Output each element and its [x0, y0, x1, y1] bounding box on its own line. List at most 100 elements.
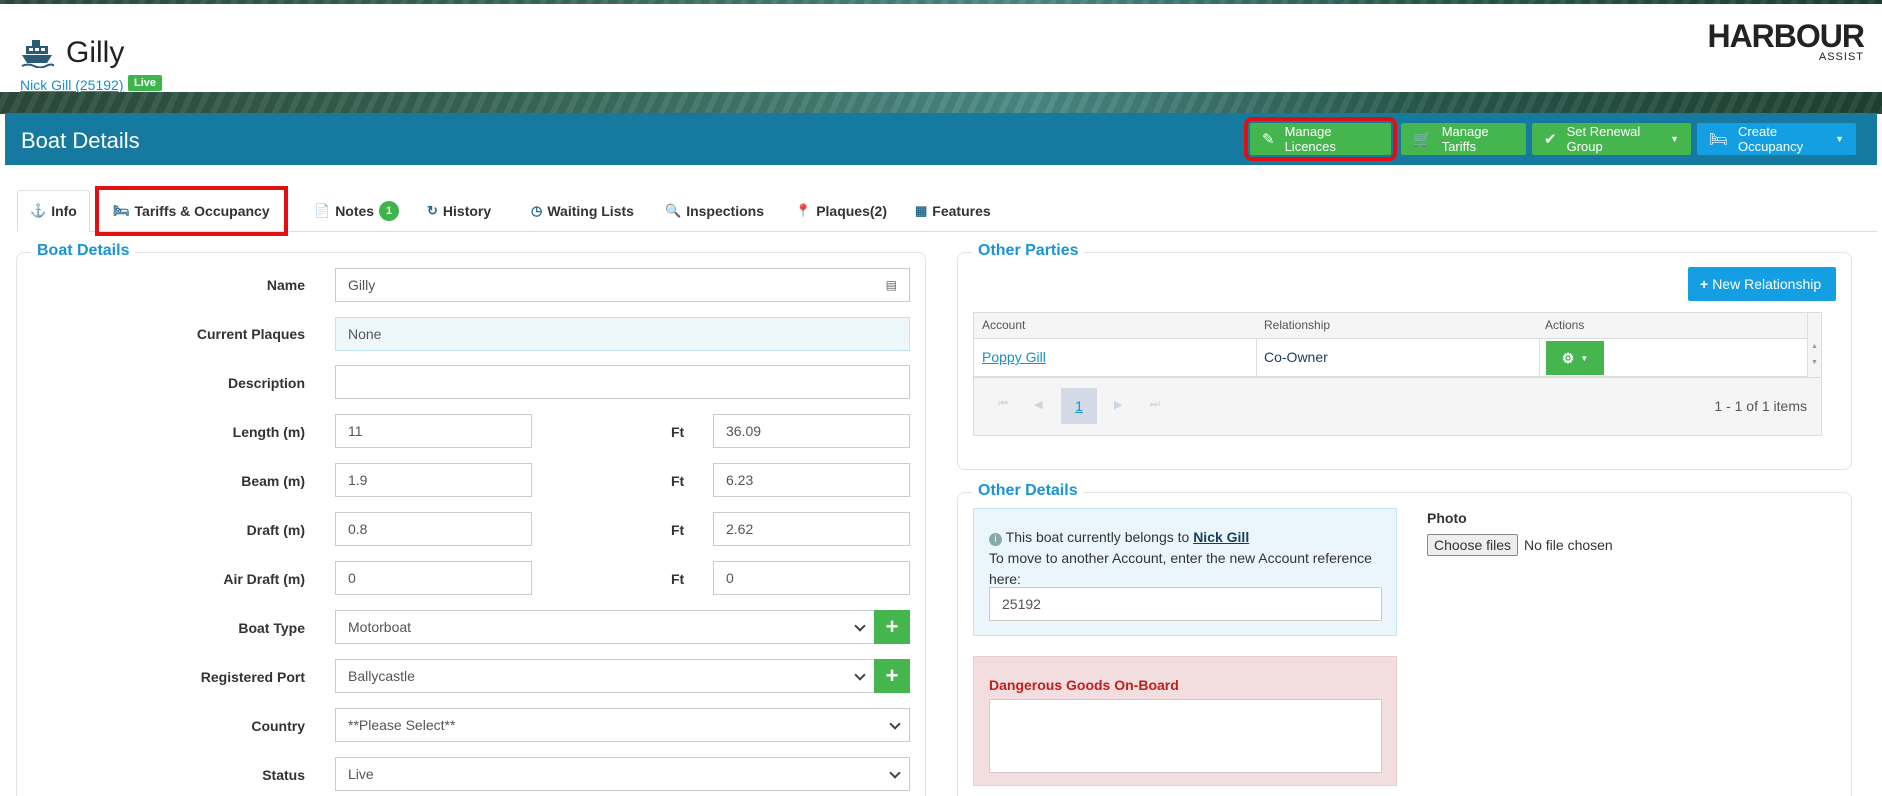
- items-summary: 1 - 1 of 1 items: [1714, 398, 1807, 414]
- air-draft-m-input[interactable]: 0: [335, 561, 532, 595]
- check-circle-icon: ✔: [1544, 131, 1557, 148]
- draft-label: Draft (m): [246, 522, 305, 538]
- tab-features[interactable]: ▦ Features: [903, 190, 1003, 232]
- manage-tariffs-button[interactable]: 🛒 Manage Tariffs: [1401, 123, 1526, 155]
- page-title: Gilly: [66, 36, 125, 69]
- chevron-down-icon: [854, 669, 866, 681]
- draft-m-input[interactable]: 0.8: [335, 512, 532, 546]
- new-relationship-button[interactable]: + New Relationship: [1688, 267, 1836, 301]
- account-info-box: i This boat currently belongs to Nick Gi…: [973, 508, 1397, 636]
- current-plaques-label: Current Plaques: [196, 326, 305, 342]
- name-input[interactable]: Gilly ▤: [335, 268, 910, 302]
- boat-icon: [21, 40, 54, 68]
- boat-type-label: Boat Type: [238, 620, 305, 636]
- last-page-icon[interactable]: ⏭: [1150, 398, 1160, 411]
- owner-link[interactable]: Nick Gill (25192): [20, 77, 123, 93]
- set-renewal-group-button[interactable]: ✔ Set Renewal Group ▼: [1532, 123, 1691, 155]
- tab-notes[interactable]: 📄 Notes 1: [302, 190, 411, 232]
- chevron-down-icon: [889, 767, 901, 779]
- table-row: Poppy Gill Co-Owner ⚙ ▼: [974, 339, 1821, 377]
- air-draft-ft-input[interactable]: 0: [713, 561, 910, 595]
- registered-port-select[interactable]: Ballycastle: [335, 659, 875, 693]
- status-badge: Live: [128, 75, 163, 91]
- table-scrollbar[interactable]: ▲ ▼: [1807, 313, 1821, 377]
- next-page-icon[interactable]: ▶: [1114, 398, 1122, 411]
- other-parties-table: Account Relationship Actions Poppy Gill …: [973, 312, 1822, 436]
- create-occupancy-button[interactable]: 🛏 Create Occupancy ▼: [1697, 123, 1856, 155]
- chevron-down-icon: [889, 718, 901, 730]
- draft-ft-input[interactable]: 2.62: [713, 512, 910, 546]
- table-header: Account Relationship Actions: [974, 313, 1821, 339]
- country-select[interactable]: **Please Select**: [335, 708, 910, 742]
- harbour-assist-logo: HARBOUR ASSIST: [1707, 18, 1865, 63]
- length-label: Length (m): [232, 424, 305, 440]
- dangerous-goods-label: Dangerous Goods On-Board: [989, 677, 1179, 693]
- relationship-value: Co-Owner: [1264, 349, 1328, 365]
- registered-port-label: Registered Port: [200, 669, 305, 685]
- tab-inspections[interactable]: 🔍 Inspections: [653, 190, 776, 232]
- owner-name-link[interactable]: Nick Gill: [1193, 529, 1249, 545]
- tab-info[interactable]: ⚓ Info: [17, 190, 90, 232]
- account-reference-input[interactable]: 25192: [989, 587, 1382, 621]
- boat-details-legend: Boat Details: [31, 242, 136, 260]
- gears-icon: ⚙: [1561, 349, 1575, 366]
- name-label: Name: [266, 277, 305, 293]
- caret-down-icon: ▼: [1835, 134, 1844, 144]
- add-port-button[interactable]: +: [874, 659, 910, 693]
- length-ft-label: Ft: [671, 424, 685, 440]
- column-account[interactable]: Account: [982, 318, 1025, 332]
- grid-icon: ▦: [915, 203, 928, 218]
- chevron-down-icon: [854, 620, 866, 632]
- status-select[interactable]: Live: [335, 757, 910, 791]
- prev-page-icon[interactable]: ◀: [1034, 398, 1042, 411]
- table-pager: ⏮ ◀ 1 ▶ ⏭ 1 - 1 of 1 items: [974, 377, 1821, 435]
- scroll-down-icon[interactable]: ▼: [1811, 359, 1818, 366]
- title-card: Gilly Nick Gill (25192) Live HARBOUR ASS…: [0, 4, 1882, 93]
- beam-m-input[interactable]: 1.9: [335, 463, 532, 497]
- tab-plaques[interactable]: 📍 Plaques(2): [783, 190, 899, 232]
- photo-label: Photo: [1427, 510, 1467, 526]
- notes-count-badge: 1: [379, 201, 400, 221]
- account-link[interactable]: Poppy Gill: [982, 349, 1046, 365]
- dangerous-goods-textarea[interactable]: [989, 699, 1382, 773]
- beam-ft-label: Ft: [671, 473, 685, 489]
- status-label: Status: [262, 767, 305, 783]
- search-icon: 🔍: [665, 203, 682, 218]
- country-label: Country: [251, 718, 305, 734]
- length-m-input[interactable]: 11: [335, 414, 532, 448]
- licence-icon: ✎: [1262, 131, 1275, 148]
- info-icon: i: [989, 533, 1002, 546]
- map-pin-icon: 📍: [795, 203, 812, 218]
- caret-down-icon: ▼: [1580, 353, 1589, 363]
- tab-tariffs-occupancy[interactable]: 🛏 Tariffs & Occupancy: [95, 186, 288, 236]
- other-parties-legend: Other Parties: [972, 242, 1085, 260]
- no-file-text: No file chosen: [1524, 537, 1613, 553]
- scroll-up-icon[interactable]: ▲: [1811, 343, 1818, 350]
- tab-waiting-lists[interactable]: ◷ Waiting Lists: [519, 190, 646, 232]
- page-number[interactable]: 1: [1061, 388, 1097, 424]
- boat-icon: ⚓: [30, 203, 47, 218]
- beam-ft-input[interactable]: 6.23: [713, 463, 910, 497]
- draft-ft-label: Ft: [671, 522, 685, 538]
- description-input[interactable]: [335, 365, 910, 399]
- first-page-icon[interactable]: ⏮: [998, 398, 1008, 411]
- caret-down-icon: ▼: [1670, 134, 1679, 144]
- air-draft-ft-label: Ft: [671, 571, 685, 587]
- other-details-legend: Other Details: [972, 482, 1084, 500]
- add-boat-type-button[interactable]: +: [874, 610, 910, 644]
- beam-label: Beam (m): [241, 473, 305, 489]
- move-account-text: To move to another Account, enter the ne…: [989, 550, 1372, 587]
- manage-licences-button[interactable]: ✎ Manage Licences: [1244, 117, 1397, 161]
- document-icon: 📄: [314, 203, 331, 218]
- history-icon: ↻: [427, 203, 438, 218]
- toolbar: Boat Details ✎ Manage Licences 🛒 Manage …: [5, 113, 1877, 165]
- air-draft-label: Air Draft (m): [223, 571, 305, 587]
- choose-files-button[interactable]: Choose files: [1427, 534, 1519, 556]
- row-actions-button[interactable]: ⚙ ▼: [1546, 341, 1604, 375]
- contact-card-icon: ▤: [885, 278, 897, 292]
- tab-history[interactable]: ↻ History: [415, 190, 503, 232]
- boat-type-select[interactable]: Motorboat: [335, 610, 875, 644]
- column-relationship[interactable]: Relationship: [1264, 318, 1330, 332]
- bed-icon: 🛏: [1709, 131, 1729, 148]
- length-ft-input[interactable]: 36.09: [713, 414, 910, 448]
